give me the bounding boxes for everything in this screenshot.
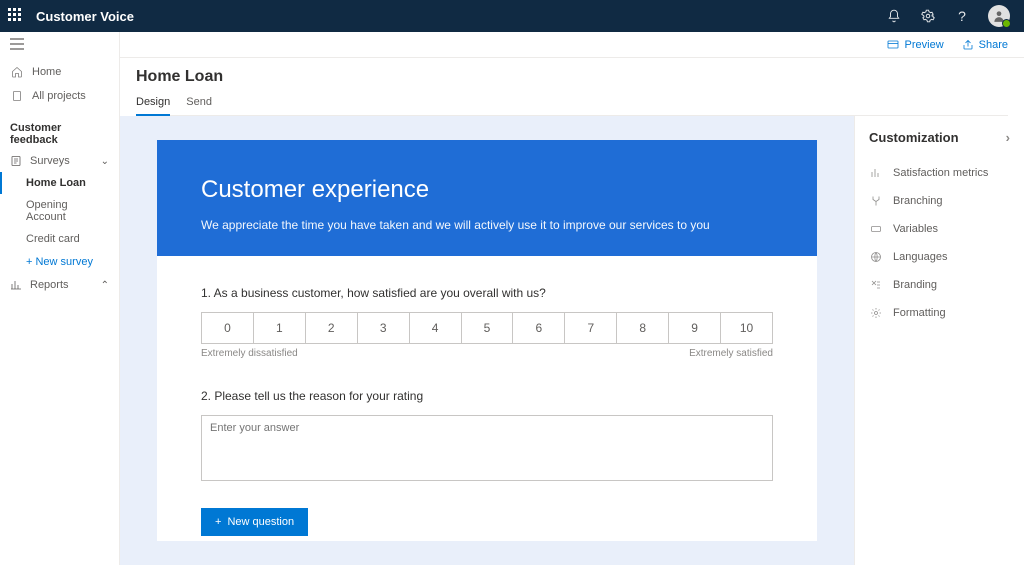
canvas-area: Customer experience We appreciate the ti… (120, 116, 854, 565)
tabs: Design Send (136, 92, 1008, 116)
custom-languages[interactable]: Languages (869, 243, 1010, 271)
question-1-text: 1. As a business customer, how satisfied… (201, 286, 773, 300)
chevron-down-icon: ⌄ (101, 156, 109, 167)
scale-low-label: Extremely dissatisfied (201, 348, 298, 359)
nav-reports-label: Reports (30, 279, 69, 291)
custom-branching[interactable]: Branching (869, 187, 1010, 215)
nav-survey-opening-account[interactable]: Opening Account (0, 194, 119, 228)
sidebar: Home All projects Customer feedback Surv… (0, 32, 120, 565)
chevron-up-icon: ⌃ (101, 280, 109, 291)
command-bar: Preview Share (120, 32, 1024, 58)
nav-reports[interactable]: Reports ⌃ (0, 274, 119, 296)
nav-all-projects[interactable]: All projects (0, 84, 119, 108)
custom-branding[interactable]: Branding (869, 271, 1010, 299)
survey-subtitle: We appreciate the time you have taken an… (201, 218, 773, 232)
question-1[interactable]: 1. As a business customer, how satisfied… (157, 256, 817, 359)
rating-6[interactable]: 6 (512, 312, 565, 344)
question-2[interactable]: 2. Please tell us the reason for your ra… (157, 359, 817, 484)
page-title: Home Loan (136, 68, 1008, 86)
customization-panel: Customization › Satisfaction metrics Bra… (854, 116, 1024, 565)
custom-satisfaction-metrics[interactable]: Satisfaction metrics (869, 159, 1010, 187)
share-icon (962, 39, 974, 51)
preview-button[interactable]: Preview (886, 39, 944, 51)
nav-surveys[interactable]: Surveys ⌄ (0, 150, 119, 172)
reports-icon (10, 279, 22, 291)
rating-9[interactable]: 9 (668, 312, 721, 344)
rating-scale: 0 1 2 3 4 5 6 7 8 9 10 (201, 312, 773, 344)
nav-survey-credit-card[interactable]: Credit card (0, 228, 119, 250)
branding-icon (869, 278, 883, 292)
projects-icon (10, 89, 24, 103)
tab-send[interactable]: Send (186, 92, 212, 115)
tab-design[interactable]: Design (136, 92, 170, 116)
nav-home-label: Home (32, 66, 61, 78)
scale-high-label: Extremely satisfied (689, 348, 773, 359)
help-icon[interactable]: ? (954, 8, 970, 24)
app-title: Customer Voice (36, 9, 134, 24)
plus-icon: + (215, 516, 221, 528)
question-2-text: 2. Please tell us the reason for your ra… (201, 389, 773, 403)
custom-formatting[interactable]: Formatting (869, 299, 1010, 327)
preview-icon (886, 39, 900, 51)
globe-icon (869, 250, 883, 264)
share-button[interactable]: Share (962, 39, 1008, 51)
survey-canvas: Customer experience We appreciate the ti… (157, 140, 817, 541)
rating-5[interactable]: 5 (461, 312, 514, 344)
nav-section-label: Customer feedback (0, 112, 119, 150)
variables-icon (869, 222, 883, 236)
survey-title: Customer experience (201, 176, 773, 204)
waffle-icon[interactable] (8, 8, 24, 24)
rating-8[interactable]: 8 (616, 312, 669, 344)
nav-surveys-label: Surveys (30, 155, 70, 167)
metrics-icon (869, 166, 883, 180)
formatting-icon (869, 306, 883, 320)
rating-7[interactable]: 7 (564, 312, 617, 344)
question-2-input[interactable] (201, 415, 773, 481)
chevron-right-icon[interactable]: › (1006, 130, 1010, 145)
rating-3[interactable]: 3 (357, 312, 410, 344)
main: Preview Share Home Loan Design Send Cust… (120, 32, 1024, 565)
rating-10[interactable]: 10 (720, 312, 773, 344)
nav-new-survey[interactable]: + New survey (0, 250, 119, 274)
rating-4[interactable]: 4 (409, 312, 462, 344)
topbar: Customer Voice ? (0, 0, 1024, 32)
home-icon (10, 65, 24, 79)
notification-icon[interactable] (886, 8, 902, 24)
rating-0[interactable]: 0 (201, 312, 254, 344)
rating-1[interactable]: 1 (253, 312, 306, 344)
hamburger-icon[interactable] (0, 32, 119, 56)
nav-home[interactable]: Home (0, 60, 119, 84)
rating-2[interactable]: 2 (305, 312, 358, 344)
branching-icon (869, 194, 883, 208)
customization-title: Customization (869, 130, 959, 145)
custom-variables[interactable]: Variables (869, 215, 1010, 243)
survey-hero[interactable]: Customer experience We appreciate the ti… (157, 140, 817, 256)
nav-survey-home-loan[interactable]: Home Loan (0, 172, 119, 194)
new-question-button[interactable]: + New question (201, 508, 308, 536)
settings-icon[interactable] (920, 8, 936, 24)
surveys-icon (10, 155, 22, 167)
nav-all-projects-label: All projects (32, 90, 86, 102)
avatar[interactable] (988, 5, 1010, 27)
